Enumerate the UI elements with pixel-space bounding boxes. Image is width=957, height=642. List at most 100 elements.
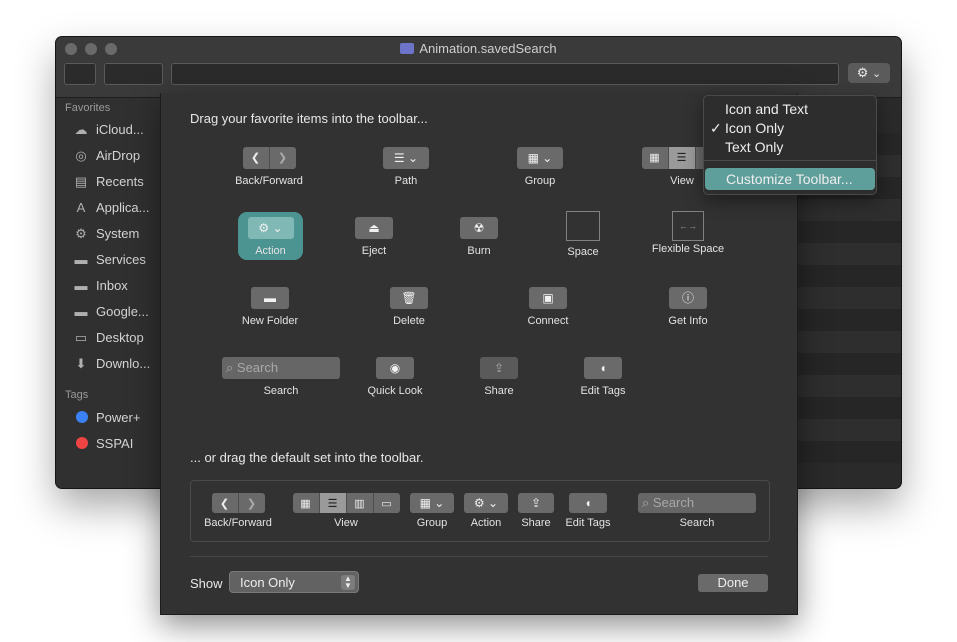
back-forward-control: ❮ ❯ xyxy=(211,493,265,513)
sidebar: Favorites ☁ iCloud... ◎ AirDrop ▤ Recents A… xyxy=(56,98,160,488)
recents-icon: ▤ xyxy=(74,174,88,189)
item-path[interactable]: ☰ ⌄ Path xyxy=(375,147,437,187)
item-get-info[interactable]: ⓘ Get Info xyxy=(655,287,721,327)
gear-icon: ⚙ ⌄ xyxy=(247,217,294,239)
show-select[interactable]: Icon Only ▲ ▼ xyxy=(229,571,359,593)
sidebar-tag-sspai[interactable]: SSPAI xyxy=(73,434,133,454)
item-burn[interactable]: ☢ Burn xyxy=(446,217,512,257)
item-group[interactable]: ▦ ⌄ Group xyxy=(509,147,571,187)
column-view-icon: ▥ xyxy=(346,493,374,513)
item-edit-tags[interactable]: ◖ Edit Tags xyxy=(569,357,637,397)
favorites-header: Favorites xyxy=(65,102,111,114)
gear-icon: ⚙ xyxy=(75,226,87,241)
item-action[interactable]: ⚙ ⌄ Action xyxy=(238,217,303,257)
sidebar-item-icloud[interactable]: ☁ iCloud... xyxy=(72,120,144,140)
sidebar-item-google[interactable]: ▬ Google... xyxy=(72,302,149,322)
view-control: ▦ ☰ ▥ ▭ xyxy=(292,493,400,513)
gear-icon: ⚙ ⌄ xyxy=(464,493,508,513)
divider xyxy=(190,556,768,557)
new-folder-icon: ▬ xyxy=(251,287,289,309)
folder-icon: ▬ xyxy=(74,278,88,293)
list-view-icon: ☰ xyxy=(668,147,696,169)
sidebar-item-system[interactable]: ⚙ System xyxy=(72,224,139,244)
icon-view-icon: ▦ xyxy=(641,147,669,169)
icon-view-icon: ▦ xyxy=(292,493,320,513)
item-space[interactable]: Space xyxy=(550,211,616,258)
toolbar-placeholder-search[interactable] xyxy=(171,63,839,85)
checkmark-icon: ✓ xyxy=(710,120,722,136)
menu-item-text-only[interactable]: Text Only xyxy=(704,138,876,157)
item-back-forward[interactable]: ❮ ❯ Back/Forward xyxy=(229,147,309,187)
back-forward-control: ❮ ❯ xyxy=(242,147,296,169)
item-quick-look[interactable]: ◉ Quick Look xyxy=(359,357,431,397)
item-delete[interactable]: 🗑 Delete xyxy=(376,287,442,327)
menu-item-customize-toolbar[interactable]: Customize Toolbar... xyxy=(705,168,875,190)
red-tag-icon xyxy=(76,437,88,449)
default-toolbar-set[interactable]: ❮ ❯ Back/Forward ▦ ☰ ▥ ▭ View ▦ ⌄ Group ⚙ ⌄ … xyxy=(190,480,770,542)
action-menu-button[interactable]: ⚙ ⌄ xyxy=(848,63,890,83)
download-icon: ⬇ xyxy=(75,356,87,371)
gallery-view-icon: ▭ xyxy=(373,493,400,513)
sidebar-tag-powerplus[interactable]: Power+ xyxy=(73,408,140,428)
menu-item-icon-only[interactable]: ✓ Icon Only xyxy=(704,119,876,138)
toolbar-context-menu: Icon and Text ✓ Icon Only Text Only Custo… xyxy=(703,95,877,195)
flexible-space-icon: ←→ xyxy=(672,211,704,241)
sidebar-item-applications[interactable]: A Applica... xyxy=(72,198,150,218)
default-set-heading: ... or drag the default set into the too… xyxy=(190,450,424,465)
share-icon: ⇪ xyxy=(518,493,554,513)
saved-search-icon xyxy=(400,43,415,54)
airdrop-icon: ◎ xyxy=(75,148,87,163)
tag-icon: ◖ xyxy=(584,357,622,379)
default-view: ▦ ☰ ▥ ▭ View xyxy=(291,493,401,529)
window-title: Animation.savedSearch xyxy=(56,41,901,56)
item-share[interactable]: ⇪ Share xyxy=(466,357,532,397)
cloud-icon: ☁ xyxy=(74,122,88,137)
folder-icon: ▬ xyxy=(74,304,88,319)
item-flexible-space[interactable]: ←→ Flexible Space xyxy=(642,211,734,255)
item-connect[interactable]: ▣ Connect xyxy=(510,287,586,327)
applications-icon: A xyxy=(76,200,86,215)
item-new-folder[interactable]: ▬ New Folder xyxy=(230,287,310,327)
gear-icon: ⚙ xyxy=(856,65,869,80)
menu-item-icon-and-text[interactable]: Icon and Text xyxy=(704,100,876,119)
eject-icon: ⏏ xyxy=(355,217,393,239)
item-eject[interactable]: ⏏ Eject xyxy=(341,217,407,257)
default-back-forward: ❮ ❯ Back/Forward xyxy=(201,493,275,529)
trash-icon: 🗑 xyxy=(390,287,428,309)
blue-tag-icon xyxy=(76,411,88,423)
share-icon: ⇪ xyxy=(480,357,518,379)
item-search[interactable]: ⌕ Search Search xyxy=(221,357,341,397)
tag-icon: ◖ xyxy=(569,493,607,513)
sidebar-item-airdrop[interactable]: ◎ AirDrop xyxy=(72,146,140,166)
search-icon: ⌕ xyxy=(226,360,234,375)
sidebar-item-recents[interactable]: ▤ Recents xyxy=(72,172,144,192)
sidebar-item-services[interactable]: ▬ Services xyxy=(72,250,146,270)
default-action: ⚙ ⌄ Action xyxy=(463,493,509,529)
sheet-heading: Drag your favorite items into the toolba… xyxy=(190,111,428,126)
default-edit-tags: ◖ Edit Tags xyxy=(561,493,615,529)
path-icon: ☰ ⌄ xyxy=(383,147,429,169)
default-share: ⇪ Share xyxy=(517,493,555,529)
search-field-preview: ⌕ Search xyxy=(222,357,340,379)
chevron-right-icon: ❯ xyxy=(238,493,265,513)
connect-icon: ▣ xyxy=(529,287,567,309)
chevron-left-icon: ❮ xyxy=(211,493,239,513)
burn-icon: ☢ xyxy=(460,217,498,239)
title-bar: Animation.savedSearch ⚙ ⌄ xyxy=(56,37,901,98)
folder-icon: ▬ xyxy=(74,252,88,267)
space-icon xyxy=(566,211,600,241)
toolbar-placeholder-view[interactable] xyxy=(104,63,163,85)
chevron-right-icon: ❯ xyxy=(269,147,296,169)
default-search: ⌕ Search Search xyxy=(637,493,757,529)
default-group: ▦ ⌄ Group xyxy=(409,493,455,529)
sidebar-item-desktop[interactable]: ▭ Desktop xyxy=(72,328,144,348)
group-icon: ▦ ⌄ xyxy=(410,493,454,513)
sidebar-item-downloads[interactable]: ⬇ Downlo... xyxy=(72,354,151,374)
sidebar-item-inbox[interactable]: ▬ Inbox xyxy=(72,276,128,296)
info-icon: ⓘ xyxy=(669,287,707,309)
group-icon: ▦ ⌄ xyxy=(517,147,563,169)
done-button[interactable]: Done xyxy=(698,574,768,592)
toolbar-placeholder-back[interactable] xyxy=(64,63,96,85)
chevron-down-icon: ⌄ xyxy=(872,68,882,80)
search-icon: ⌕ xyxy=(642,495,650,510)
